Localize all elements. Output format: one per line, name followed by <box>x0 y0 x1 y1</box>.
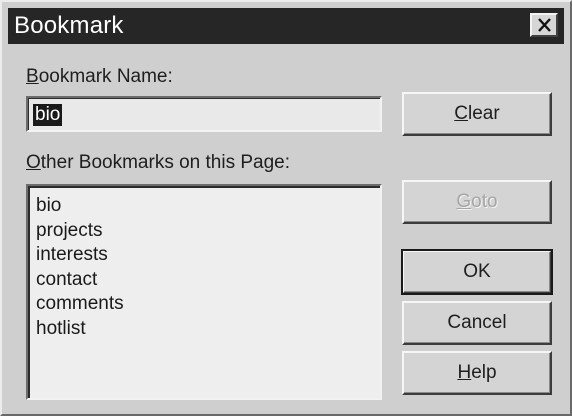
list-item[interactable]: interests <box>36 243 380 268</box>
list-item[interactable]: comments <box>36 292 380 317</box>
cancel-button[interactable]: Cancel <box>402 301 552 345</box>
help-button[interactable]: Help <box>402 351 552 395</box>
bookmark-name-value: bio <box>33 104 63 126</box>
ok-button[interactable]: OK <box>401 249 553 295</box>
window-title: Bookmark <box>14 12 124 39</box>
list-item[interactable]: bio <box>36 194 380 219</box>
list-item[interactable]: projects <box>36 219 380 244</box>
list-item[interactable]: hotlist <box>36 317 380 342</box>
goto-button[interactable]: Goto <box>402 180 552 224</box>
title-bar: Bookmark <box>8 8 564 44</box>
bookmark-dialog: Bookmark Bookmark Name: bio Other Bookma… <box>0 0 572 416</box>
other-bookmarks-label: Other Bookmarks on this Page: <box>26 152 291 173</box>
close-icon <box>538 18 551 32</box>
bookmark-name-label: Bookmark Name: <box>26 66 173 87</box>
close-button[interactable] <box>530 13 558 37</box>
list-item[interactable]: contact <box>36 268 380 293</box>
bookmark-name-input[interactable]: bio <box>26 96 382 132</box>
other-bookmarks-list[interactable]: bio projects interests contact comments … <box>26 184 382 400</box>
clear-button[interactable]: Clear <box>402 92 552 136</box>
